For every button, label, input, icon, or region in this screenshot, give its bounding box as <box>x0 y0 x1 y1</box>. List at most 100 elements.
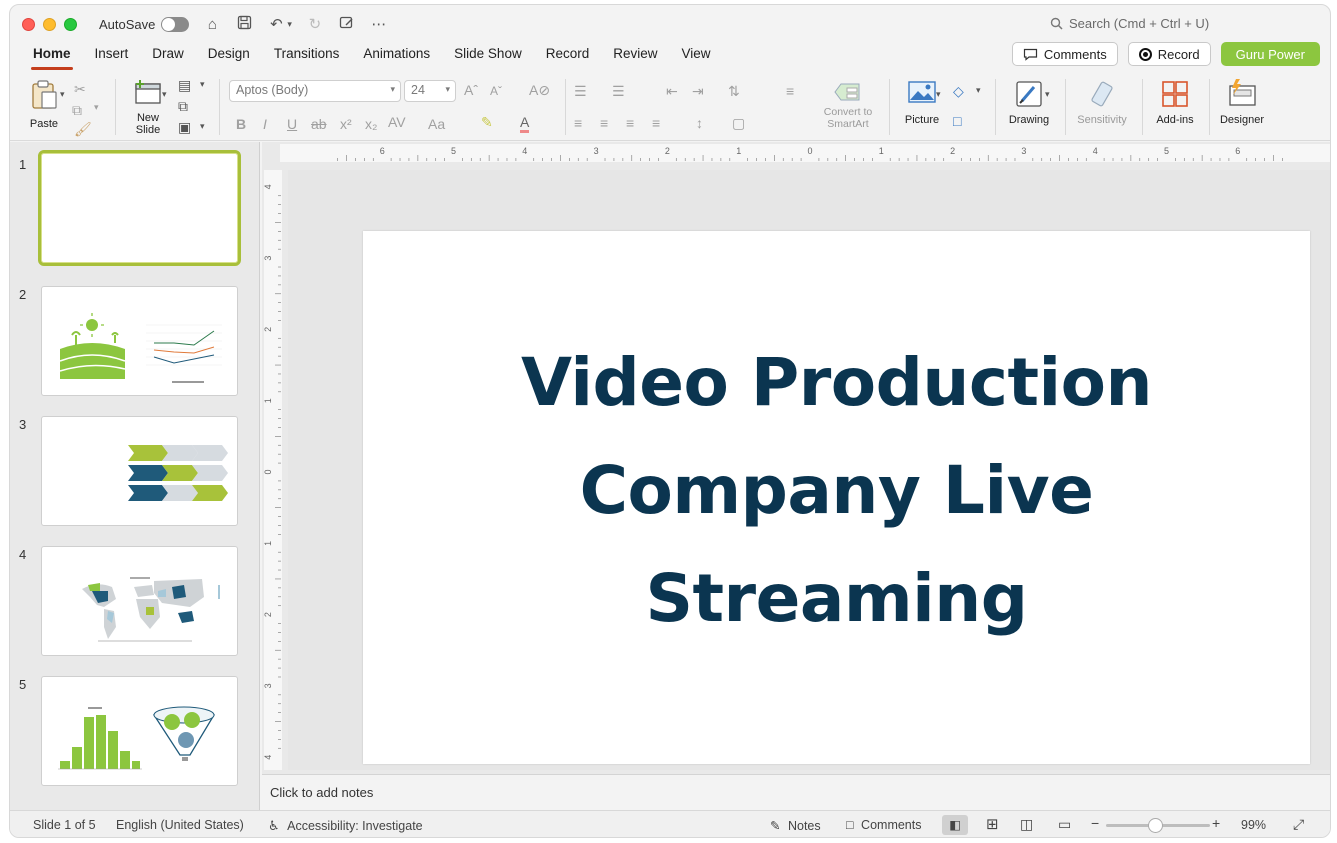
accessibility-status[interactable]: ♿ Accessibility: Investigate <box>268 818 423 834</box>
align-left-icon[interactable]: ≡ <box>574 115 582 131</box>
tab-design[interactable]: Design <box>196 44 262 72</box>
format-painter-icon[interactable]: 🖌 <box>74 121 92 138</box>
reading-view-icon[interactable]: ◫ <box>1020 816 1033 833</box>
search-box[interactable]: Search (Cmd + Ctrl + U) <box>1050 16 1209 31</box>
line-spacing-icon[interactable]: ⇅ <box>728 83 740 100</box>
align-center-icon[interactable]: ≡ <box>600 115 608 131</box>
shapes-dropdown-icon[interactable]: ▾ <box>976 85 981 96</box>
highlight-icon[interactable]: ✎ <box>481 114 493 131</box>
minimize-window-button[interactable] <box>43 17 56 31</box>
guru-power-button[interactable]: Guru Power <box>1220 42 1320 66</box>
more-icon[interactable]: ⋯ <box>370 15 388 33</box>
picture-dropdown-icon[interactable]: ▾ <box>936 89 941 100</box>
layout-icon[interactable]: ▤ <box>178 77 191 94</box>
italic-icon[interactable]: I <box>263 116 267 132</box>
underline-icon[interactable]: U <box>287 116 297 132</box>
zoom-level[interactable]: 99% <box>1241 818 1266 832</box>
bullets-icon[interactable]: ☰ <box>574 83 587 100</box>
record-button[interactable]: Record <box>1127 42 1211 66</box>
zoom-in-icon[interactable]: + <box>1212 815 1220 831</box>
undo-icon[interactable]: ↶ <box>267 15 285 33</box>
new-slide-dropdown-icon[interactable]: ▾ <box>162 89 167 100</box>
tab-slide-show[interactable]: Slide Show <box>442 44 534 72</box>
slide-sorter-icon[interactable]: ⊞ <box>986 815 999 833</box>
tab-insert[interactable]: Insert <box>83 44 141 72</box>
change-case-icon[interactable]: Aa <box>428 116 445 132</box>
comments-button[interactable]: Comments <box>1011 42 1118 66</box>
tab-animations[interactable]: Animations <box>351 44 442 72</box>
comments-label: Comments <box>1043 46 1107 62</box>
slide-title[interactable]: Video Production Company Live Streaming <box>363 329 1310 653</box>
tab-review[interactable]: Review <box>601 44 669 72</box>
new-slide-button[interactable]: New Slide <box>126 77 170 136</box>
copy-icon[interactable]: ⧉ <box>72 102 82 119</box>
slide-thumbnail-3[interactable] <box>41 416 238 526</box>
slide-title-line: Streaming <box>645 560 1028 637</box>
section-icon[interactable]: ▣ <box>178 119 191 136</box>
autosave-toggle[interactable] <box>161 16 190 32</box>
slide-thumbnail-2[interactable] <box>41 286 238 396</box>
current-slide[interactable]: Video Production Company Live Streaming <box>363 231 1310 764</box>
drawing-dropdown-icon[interactable]: ▾ <box>1045 89 1050 100</box>
copy-dropdown-icon[interactable]: ▾ <box>94 102 99 113</box>
tab-home[interactable]: Home <box>21 44 83 72</box>
close-window-button[interactable] <box>22 17 35 31</box>
font-size-field[interactable]: 24 ▾ <box>404 80 456 102</box>
notes-button[interactable]: ✎ Notes <box>770 818 821 833</box>
font-color-icon[interactable]: A <box>520 114 530 133</box>
home-icon[interactable]: ⌂ <box>203 16 221 33</box>
zoom-out-icon[interactable]: − <box>1091 815 1099 831</box>
font-name-field[interactable]: Aptos (Body) ▾ <box>229 80 401 102</box>
bold-icon[interactable]: B <box>236 116 246 132</box>
fit-to-window-icon[interactable]: ⤢ <box>1293 816 1304 833</box>
zoom-slider[interactable] <box>1106 818 1210 833</box>
text-direction-icon[interactable]: ↕ <box>696 115 703 131</box>
language-indicator[interactable]: English (United States) <box>116 818 244 832</box>
tab-draw[interactable]: Draw <box>140 44 196 72</box>
increase-indent-icon[interactable]: ⇥ <box>692 83 704 100</box>
numbering-icon[interactable]: ☰ <box>612 83 625 100</box>
reset-slide-icon[interactable]: ⧉ <box>178 98 188 115</box>
new-slide-label-line2: Slide <box>135 124 161 136</box>
normal-view-icon[interactable]: ◧ <box>942 815 968 835</box>
layout-dropdown-icon[interactable]: ▾ <box>200 79 205 90</box>
addins-button[interactable]: Add-ins <box>1150 79 1200 126</box>
drawing-button[interactable]: Drawing <box>1004 79 1054 126</box>
slide-thumbnail-1[interactable] <box>38 150 241 266</box>
superscript-icon[interactable]: x² <box>340 116 352 132</box>
increase-font-icon[interactable]: Aˆ <box>464 82 478 98</box>
columns-icon[interactable]: ≡ <box>786 83 794 99</box>
picture-button[interactable]: Picture <box>900 79 944 126</box>
cut-icon[interactable]: ✂ <box>74 81 86 98</box>
clear-formatting-icon[interactable]: A⊘ <box>529 82 550 99</box>
paste-button[interactable]: Paste <box>24 79 64 130</box>
notes-pane[interactable]: Click to add notes <box>262 774 1330 810</box>
maximize-window-button[interactable] <box>64 17 77 31</box>
tab-record[interactable]: Record <box>534 44 602 72</box>
slide-number: 4 <box>19 547 27 562</box>
decrease-indent-icon[interactable]: ⇤ <box>666 83 678 100</box>
subscript-icon[interactable]: x₂ <box>365 116 377 132</box>
slide-thumbnail-4[interactable] <box>41 546 238 656</box>
align-text-icon[interactable]: ▢ <box>732 115 745 132</box>
text-box-icon[interactable]: □ <box>953 113 961 129</box>
tab-transitions[interactable]: Transitions <box>262 44 352 72</box>
strikethrough-icon[interactable]: ab <box>311 116 327 132</box>
justify-icon[interactable]: ≡ <box>652 115 660 131</box>
slide-show-icon[interactable]: ▭ <box>1058 816 1071 833</box>
character-spacing-icon[interactable]: AV <box>388 114 406 130</box>
accessibility-label: Accessibility: Investigate <box>287 819 423 833</box>
zoom-slider-thumb[interactable] <box>1148 818 1163 833</box>
save-icon[interactable] <box>235 15 253 34</box>
designer-button[interactable]: Designer <box>1214 77 1270 126</box>
customize-toolbar-icon[interactable] <box>338 15 356 34</box>
paste-dropdown-icon[interactable]: ▾ <box>60 89 65 100</box>
section-dropdown-icon[interactable]: ▾ <box>200 121 205 132</box>
status-comments-button[interactable]: □ Comments <box>846 818 921 832</box>
tab-view[interactable]: View <box>670 44 723 72</box>
shapes-icon[interactable]: ◇ <box>953 83 964 100</box>
slide-thumbnail-5[interactable] <box>41 676 238 786</box>
undo-dropdown-icon[interactable]: ▾ <box>287 19 292 30</box>
align-right-icon[interactable]: ≡ <box>626 115 634 131</box>
decrease-font-icon[interactable]: Aˇ <box>490 84 502 98</box>
